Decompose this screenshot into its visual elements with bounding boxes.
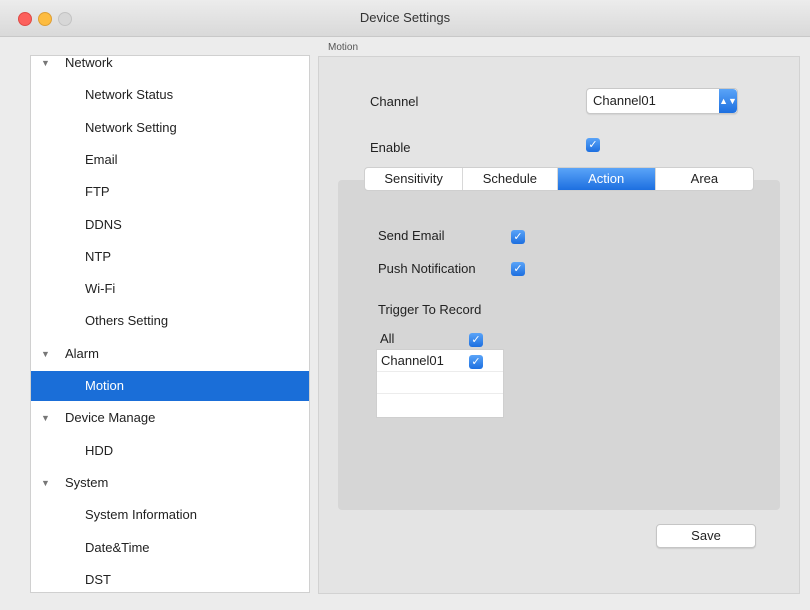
send-email-checkbox[interactable]: ✓ xyxy=(511,230,525,244)
device-settings-window: Device Settings ▼ Network Network Status Ne… xyxy=(0,0,810,610)
sidebar-item-email[interactable]: Email xyxy=(31,145,309,175)
triangle-down-icon[interactable]: ▼ xyxy=(41,339,50,369)
settings-tree: ▼ Network Network Status Network Setting Ema… xyxy=(30,55,310,593)
sidebar-item-label: Wi-Fi xyxy=(85,281,116,297)
sidebar-item-system[interactable]: ▼ System xyxy=(31,468,309,498)
channel-select[interactable]: Channel01 ▲▼ xyxy=(586,88,738,114)
sidebar-item-motion[interactable]: Motion xyxy=(31,371,309,401)
sidebar-item-label: Others Setting xyxy=(85,313,169,329)
send-email-label: Send Email xyxy=(378,228,445,243)
sidebar-item-label: DST xyxy=(85,571,111,587)
window-title: Device Settings xyxy=(359,10,451,25)
trigger-to-record-label: Trigger To Record xyxy=(378,302,482,317)
triangle-down-icon[interactable]: ▼ xyxy=(41,56,50,78)
sidebar-item-device-manage[interactable]: ▼ Device Manage xyxy=(31,403,309,433)
sidebar-item-network-setting[interactable]: Network Setting xyxy=(31,113,309,143)
enable-checkbox[interactable]: ✓ xyxy=(586,138,600,152)
sidebar-item-label: Network Status xyxy=(85,87,174,103)
panel-caption: Motion xyxy=(328,42,359,53)
sidebar-item-label: Network Setting xyxy=(85,119,177,135)
push-notification-label: Push Notification xyxy=(378,261,476,276)
checkmark-icon: ✓ xyxy=(513,263,523,275)
sidebar-item-ftp[interactable]: FTP xyxy=(31,177,309,207)
sidebar-item-label: Date&Time xyxy=(85,539,150,555)
tab-area[interactable]: Area xyxy=(656,168,753,190)
checkmark-icon: ✓ xyxy=(471,334,481,346)
list-divider xyxy=(377,371,503,372)
tab-action[interactable]: Action xyxy=(557,168,656,190)
sidebar-item-others-setting[interactable]: Others Setting xyxy=(31,306,309,336)
sidebar-item-label: FTP xyxy=(85,184,110,200)
motion-tabs: Sensitivity Schedule Action Area xyxy=(364,167,754,191)
sidebar-item-ddns[interactable]: DDNS xyxy=(31,210,309,240)
tab-schedule[interactable]: Schedule xyxy=(463,168,558,190)
sidebar-item-label: Network xyxy=(65,55,113,70)
trigger-all-label: All xyxy=(380,331,395,346)
trigger-all-checkbox[interactable]: ✓ xyxy=(469,333,483,347)
triangle-down-icon[interactable]: ▼ xyxy=(41,403,50,433)
checkmark-icon: ✓ xyxy=(513,231,523,243)
title-bar: Device Settings xyxy=(0,0,810,37)
sidebar-item-alarm[interactable]: ▼ Alarm xyxy=(31,339,309,369)
sidebar-item-ntp[interactable]: NTP xyxy=(31,242,309,272)
trigger-channel-label: Channel01 xyxy=(381,353,444,368)
channel-label: Channel xyxy=(370,94,419,109)
push-notification-checkbox[interactable]: ✓ xyxy=(511,262,525,276)
sidebar-item-label: Alarm xyxy=(65,345,99,361)
sidebar-item-dst[interactable]: DST xyxy=(31,565,309,592)
sidebar-item-label: NTP xyxy=(85,248,111,264)
sidebar-item-date-time[interactable]: Date&Time xyxy=(31,533,309,563)
checkmark-icon: ✓ xyxy=(588,139,598,151)
sidebar-item-network[interactable]: ▼ Network xyxy=(31,55,309,78)
enable-label: Enable xyxy=(370,140,411,155)
chevron-updown-icon: ▲▼ xyxy=(719,89,737,113)
sidebar-item-label: System Information xyxy=(85,507,197,523)
sidebar-item-hdd[interactable]: HDD xyxy=(31,436,309,466)
sidebar-item-system-information[interactable]: System Information xyxy=(31,500,309,530)
trigger-channel-checkbox[interactable]: ✓ xyxy=(469,355,483,369)
sidebar-item-label: HDD xyxy=(85,442,114,458)
sidebar-item-label: Motion xyxy=(85,378,125,393)
channel-select-value: Channel01 xyxy=(593,93,656,108)
save-button[interactable]: Save xyxy=(656,524,756,548)
sidebar-item-label: Email xyxy=(85,151,118,167)
sidebar-item-label: System xyxy=(65,474,109,490)
list-divider xyxy=(377,393,503,394)
sidebar-item-label: Device Manage xyxy=(65,410,156,426)
sidebar-item-wi-fi[interactable]: Wi-Fi xyxy=(31,274,309,304)
triangle-down-icon[interactable]: ▼ xyxy=(41,468,50,498)
sidebar-item-label: DDNS xyxy=(85,216,122,232)
checkmark-icon: ✓ xyxy=(471,356,481,368)
sidebar-item-network-status[interactable]: Network Status xyxy=(31,80,309,110)
tab-sensitivity[interactable]: Sensitivity xyxy=(365,168,464,190)
